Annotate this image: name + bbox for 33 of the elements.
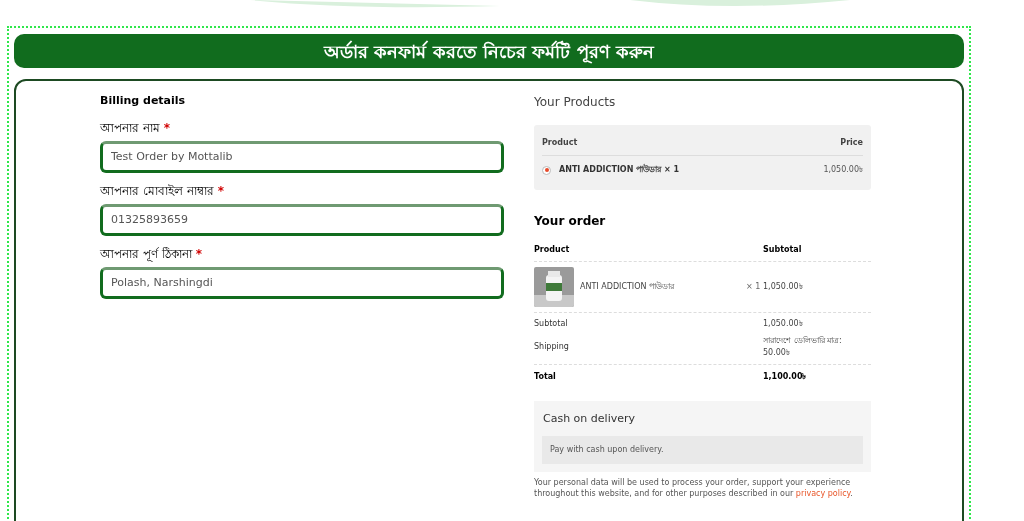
subtotal-value: 1,050.00৳ xyxy=(763,318,803,330)
field-label: আপনার নাম xyxy=(100,119,160,137)
column-header: Product xyxy=(542,137,578,149)
product-quantity: × 1 xyxy=(746,281,762,293)
order-heading: Your order xyxy=(534,213,607,230)
products-heading: Your Products xyxy=(534,94,617,111)
privacy-notice: Your personal data will be used to process your order, support your experience throughout this website, and for other purposes described in our privacy policy. xyxy=(534,476,854,499)
product-name: ANTI ADDICTION পাউডার × 1 xyxy=(559,164,679,176)
subtotal-label: Subtotal xyxy=(534,318,569,330)
input-field[interactable]: 01325893659 xyxy=(100,203,504,236)
required-mark: * xyxy=(195,245,202,263)
shipping-method: সারাদেশে ডেলিভারি মাত্র: xyxy=(763,335,842,347)
shipping-label: Shipping xyxy=(534,341,570,353)
product-subtotal: 1,050.00৳ xyxy=(763,281,803,293)
column-header: Product xyxy=(534,244,571,256)
banner-title: অর্ডার কনফার্ম করতে নিচের ফর্মটি পূরণ করুন xyxy=(324,39,654,65)
required-mark: * xyxy=(163,119,171,137)
column-header: Price xyxy=(840,137,863,149)
billing-heading: Billing details xyxy=(100,93,187,109)
field-label: আপনার পূর্ণ ঠিকানা xyxy=(100,245,192,263)
column-header: Subtotal xyxy=(763,244,802,256)
product-price: 1,050.00৳ xyxy=(823,164,863,176)
required-mark: * xyxy=(217,182,224,200)
input-field[interactable]: Test Order by Mottalib xyxy=(100,140,504,173)
product-name: ANTI ADDICTION পাউডার xyxy=(580,281,676,293)
total-value: 1,100.00৳ xyxy=(763,371,807,383)
radio-button[interactable] xyxy=(542,165,551,175)
payment-method[interactable]: Cash on delivery xyxy=(542,411,863,428)
input-field[interactable]: Polash, Narshingdi xyxy=(100,266,504,299)
field-label: আপনার মোবাইল নাম্বার xyxy=(100,182,214,200)
shipping-value: 50.00৳ xyxy=(763,347,791,359)
total-label: Total xyxy=(534,371,557,383)
payment-description: Pay with cash upon delivery. xyxy=(542,435,863,464)
